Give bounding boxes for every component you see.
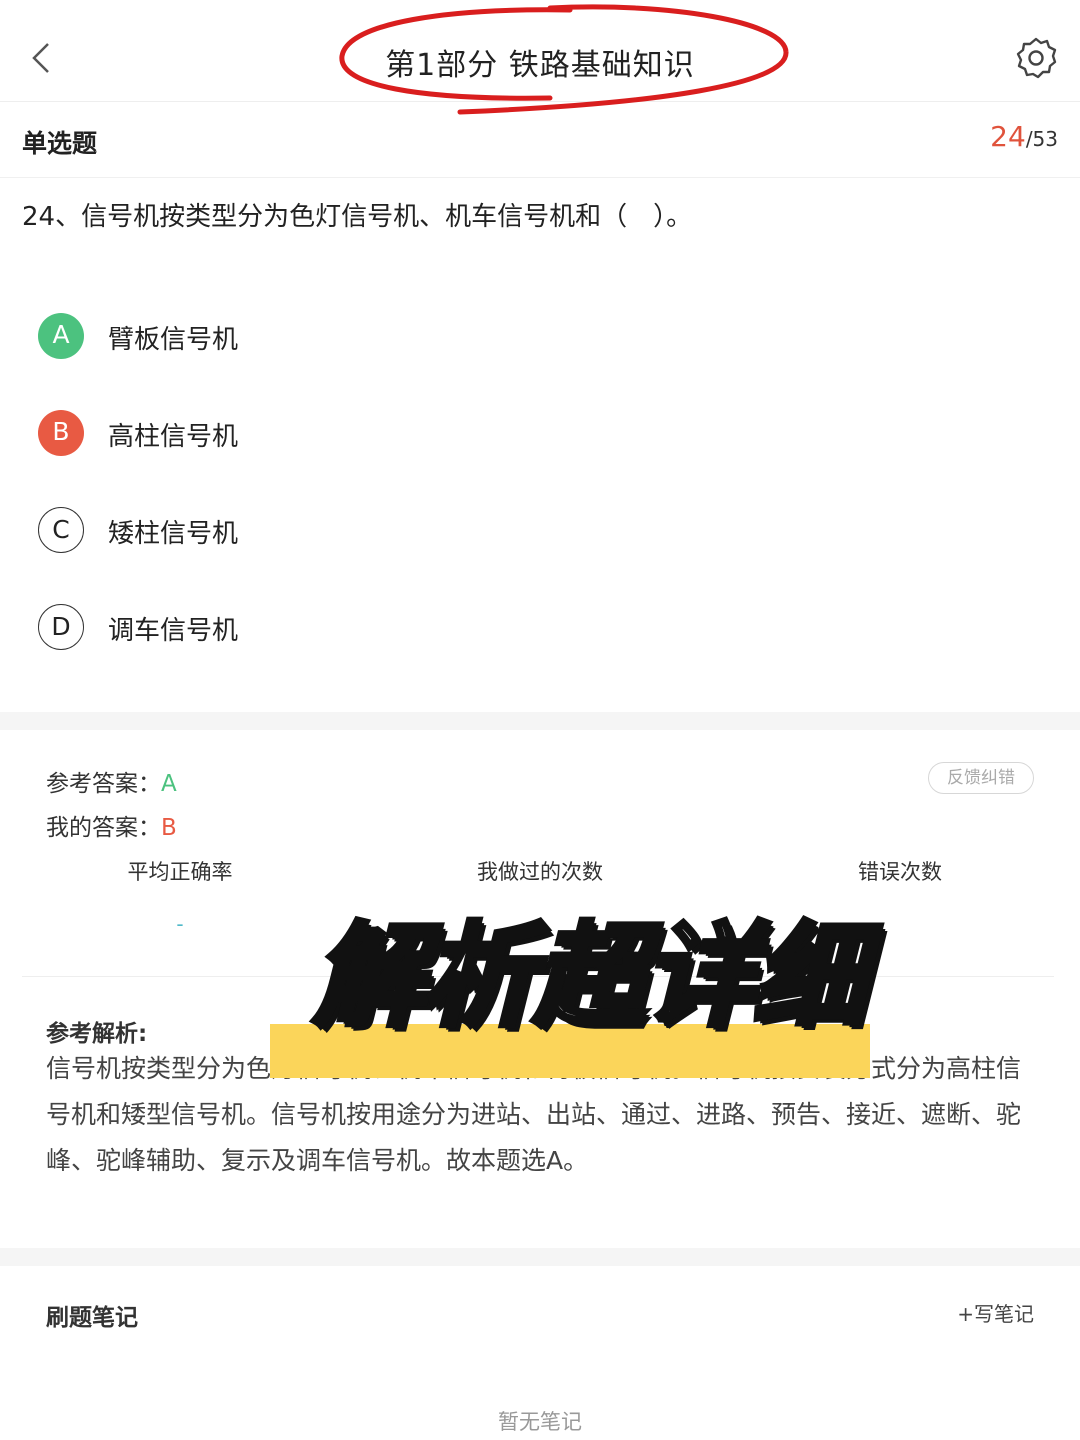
my-answer-label: 我的答案： xyxy=(46,815,161,841)
reference-answer-label: 参考答案： xyxy=(46,771,161,797)
feedback-button[interactable]: 反馈纠错 xyxy=(928,762,1034,794)
page-title: 第1部分 铁路基础知识 xyxy=(385,48,695,83)
section-divider xyxy=(0,712,1080,730)
total-questions: /53 xyxy=(1025,127,1058,151)
option-a[interactable]: A 臂板信号机 xyxy=(38,313,938,361)
reference-answer-value: A xyxy=(161,771,177,797)
section-divider xyxy=(0,1248,1080,1266)
notes-title: 刷题笔记 xyxy=(46,1305,138,1331)
option-label: 高柱信号机 xyxy=(108,422,239,452)
question-type: 单选题 xyxy=(22,129,98,158)
question-type-bar: 单选题 24/53 xyxy=(0,102,1080,178)
stat-avg-accuracy-label: 平均正确率 xyxy=(127,860,233,884)
question-progress: 24/53 xyxy=(990,120,1058,153)
stat-errors-label: 错误次数 xyxy=(858,860,942,884)
gear-icon[interactable] xyxy=(1014,36,1058,80)
option-letter: D xyxy=(38,604,84,650)
analysis-title: 参考解析: xyxy=(46,1021,148,1047)
option-label: 矮柱信号机 xyxy=(108,519,239,549)
my-answer: 我的答案：B xyxy=(46,808,177,842)
empty-notes-text: 暂无笔记 xyxy=(498,1410,582,1434)
reference-answer: 参考答案：A xyxy=(46,764,177,798)
my-answer-value: B xyxy=(161,815,177,841)
nav-bar: 第1部分 铁路基础知识 xyxy=(0,0,1080,115)
option-d[interactable]: D 调车信号机 xyxy=(38,604,938,652)
option-b[interactable]: B 高柱信号机 xyxy=(38,410,938,458)
option-label: 调车信号机 xyxy=(108,616,239,646)
write-note-button[interactable]: +写笔记 xyxy=(957,1298,1034,1327)
stat-avg-accuracy-value: - xyxy=(176,912,184,936)
option-c[interactable]: C 矮柱信号机 xyxy=(38,507,938,555)
option-letter: A xyxy=(38,313,84,359)
question-text: 24、信号机按类型分为色灯信号机、机车信号机和（ ）。 xyxy=(22,202,693,232)
stat-attempts-label: 我做过的次数 xyxy=(477,860,603,884)
current-question-number: 24 xyxy=(990,120,1026,153)
overlay-caption: 解析超详细 xyxy=(311,910,868,1045)
option-letter: B xyxy=(38,410,84,456)
option-letter: C xyxy=(38,507,84,553)
option-label: 臂板信号机 xyxy=(108,325,239,355)
